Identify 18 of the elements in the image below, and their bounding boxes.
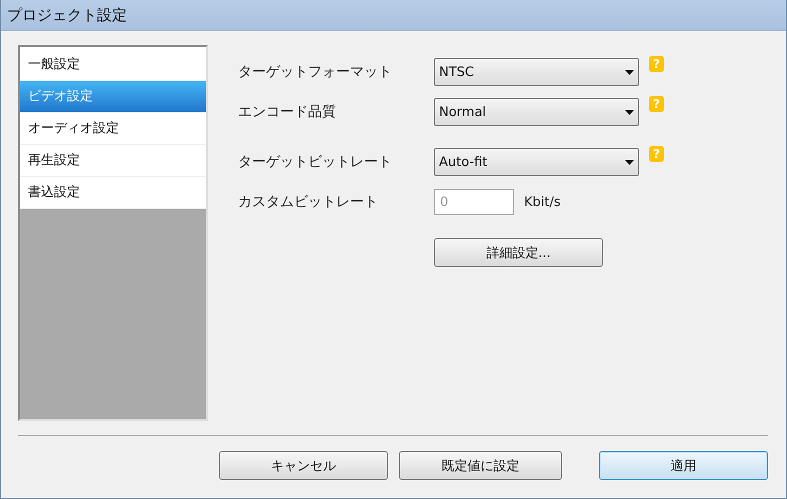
unit-label: Kbit/s [524,194,561,210]
dropdown[interactable]: Auto-fit [434,148,639,176]
setting-label: ターゲットフォーマット [238,63,393,81]
dialog-button[interactable]: キャンセル [219,451,388,480]
setting-label: カスタムビットレート [238,193,379,211]
caret-icon [625,70,634,74]
caret-icon [625,160,634,164]
advanced-settings-button[interactable]: 詳細設定... [434,238,603,267]
sidebar-item[interactable]: 再生設定 [20,145,206,177]
setting-label: エンコード品質 [238,103,337,121]
dialog-button[interactable]: 適用 [599,451,768,480]
dialog-button[interactable]: 既定値に設定 [399,451,562,480]
dropdown[interactable]: Normal [434,98,639,126]
dropdown[interactable]: NTSC [434,58,639,86]
caret-icon [625,110,634,114]
window-title: プロジェクト設定 [7,6,127,24]
sidebar-item[interactable]: オーディオ設定 [20,113,206,145]
setting-label: ターゲットビットレート [238,153,393,171]
